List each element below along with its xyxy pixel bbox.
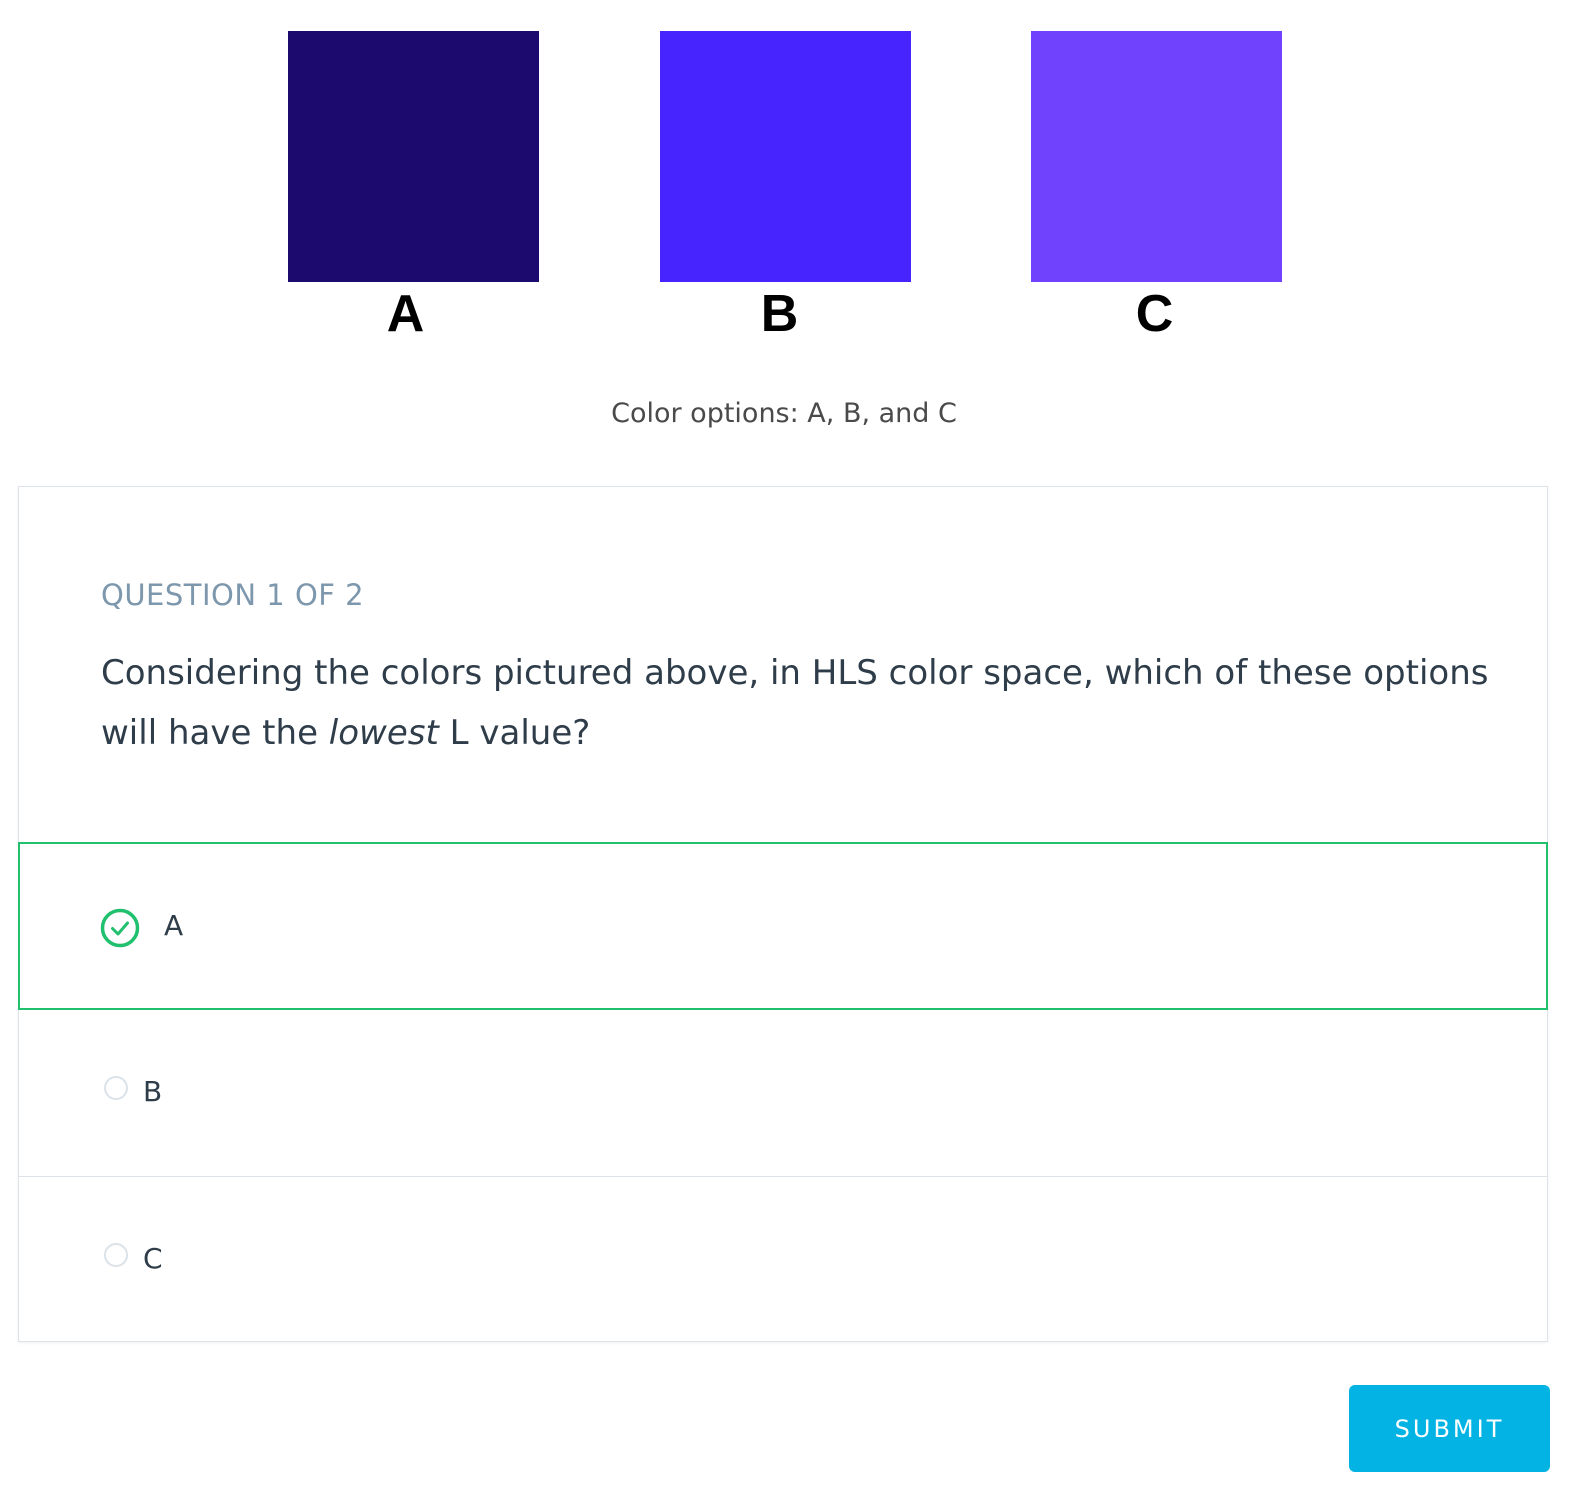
swatch-b xyxy=(660,31,911,282)
answer-option-c-label: C xyxy=(143,1242,163,1275)
swatch-c-label: C xyxy=(1135,285,1174,343)
color-options-figure: A B C Color options: A, B, and C xyxy=(0,0,1576,460)
question-progress: QUESTION 1 OF 2 xyxy=(101,578,365,612)
question-text-end: L value? xyxy=(438,713,591,753)
answer-option-c[interactable]: C xyxy=(18,1176,1548,1344)
question-text: Considering the colors pictured above, i… xyxy=(101,643,1501,763)
radio-button-icon[interactable] xyxy=(104,1243,128,1267)
answer-option-a[interactable]: A xyxy=(18,842,1548,1010)
swatch-b-label: B xyxy=(760,285,799,343)
quiz-card: QUESTION 1 OF 2 Considering the colors p… xyxy=(18,486,1548,1342)
radio-button-icon[interactable] xyxy=(104,1076,128,1100)
figure-caption: Color options: A, B, and C xyxy=(611,398,957,429)
question-text-emphasis: lowest xyxy=(328,713,439,753)
swatch-a xyxy=(288,31,539,282)
swatch-c xyxy=(1031,31,1282,282)
answer-option-a-label: A xyxy=(164,909,184,942)
answer-option-b-label: B xyxy=(143,1075,163,1108)
answer-option-b[interactable]: B xyxy=(18,1010,1548,1178)
question-text-start: Considering the colors pictured above, i… xyxy=(101,653,1489,753)
swatch-a-label: A xyxy=(386,285,425,343)
check-circle-icon xyxy=(100,908,140,948)
submit-button[interactable]: SUBMIT xyxy=(1349,1385,1550,1472)
